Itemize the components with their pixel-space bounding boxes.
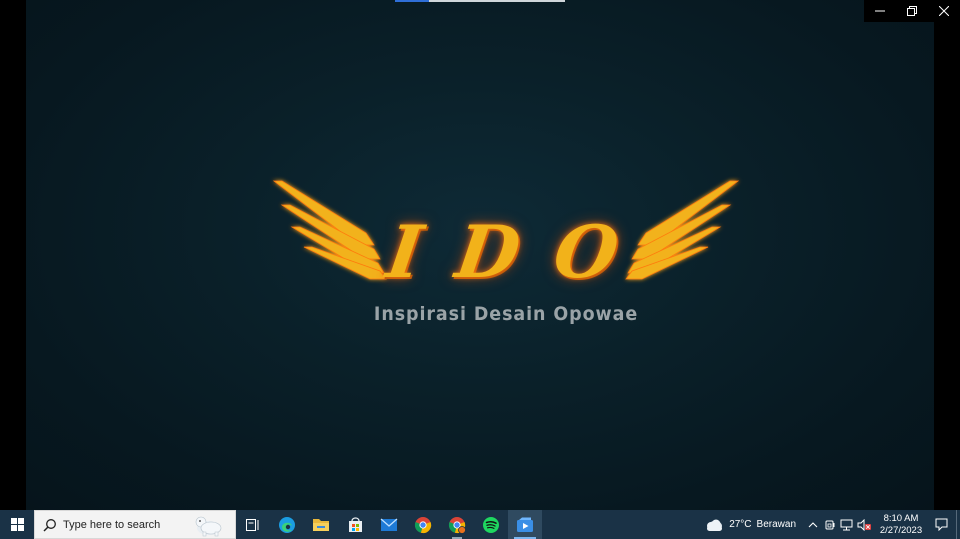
progress-bar[interactable] (395, 0, 565, 2)
windows-icon (10, 518, 24, 531)
media-player-icon (517, 517, 533, 532)
chrome-icon (414, 516, 432, 533)
clock-date: 2/27/2023 (879, 524, 923, 536)
notification-center-button[interactable] (926, 510, 956, 539)
weather-condition: Berawan (756, 519, 796, 530)
ido-logo: I D O Inspirasi Desain Opowae (266, 175, 746, 340)
tray-meet-now[interactable] (821, 510, 838, 539)
minimize-icon (875, 10, 885, 12)
spotify-icon (483, 516, 499, 533)
media-viewer: I D O Inspirasi Desain Opowae (0, 0, 960, 510)
chevron-up-icon (808, 521, 817, 527)
show-hidden-icons-button[interactable] (804, 510, 821, 539)
taskbar-clock[interactable]: 8:10 AM 2/27/2023 (876, 513, 926, 537)
notification-icon (935, 518, 947, 531)
taskbar: 27°C Berawan (0, 510, 960, 539)
video-stage[interactable]: I D O Inspirasi Desain Opowae (26, 0, 934, 510)
meet-now-icon (825, 520, 834, 529)
restore-button[interactable] (896, 0, 928, 22)
search-highlight-illustration (195, 516, 222, 537)
weather-widget[interactable]: 27°C Berawan (704, 518, 796, 532)
minimize-button[interactable] (864, 0, 896, 22)
search-input[interactable] (63, 518, 183, 531)
search-icon (43, 518, 56, 532)
store-icon (348, 517, 362, 532)
taskbar-app-spotify[interactable] (474, 510, 508, 539)
taskbar-app-edge[interactable] (270, 510, 304, 539)
restore-icon (907, 6, 917, 16)
taskbar-app-chrome-profile[interactable] (440, 510, 474, 539)
volume-muted-icon (857, 518, 871, 531)
tray-volume[interactable] (855, 510, 872, 539)
taskbar-app-mail[interactable] (372, 510, 406, 539)
start-button[interactable] (0, 510, 34, 539)
taskbar-app-media-player[interactable] (508, 510, 542, 539)
edge-icon (279, 516, 295, 533)
task-view-button[interactable] (236, 510, 270, 539)
close-icon (939, 6, 949, 16)
tray-network[interactable] (838, 510, 855, 539)
logo-letters: I D O (382, 209, 630, 294)
system-tray: 27°C Berawan 8:10 AM 2/27/2023 (704, 510, 960, 539)
window-controls (864, 0, 960, 22)
network-icon (840, 519, 852, 530)
chrome-profile-icon (448, 516, 466, 534)
logo-letter-d: D (451, 208, 532, 294)
taskbar-search-box[interactable] (34, 510, 236, 539)
taskbar-app-file-explorer[interactable] (304, 510, 338, 539)
taskbar-app-chrome[interactable] (406, 510, 440, 539)
clock-time: 8:10 AM (883, 512, 919, 524)
show-desktop-button[interactable] (956, 510, 960, 539)
left-wing-graphic (272, 180, 387, 280)
cloudy-weather-icon (707, 519, 723, 531)
logo-letter-i: I (382, 208, 434, 294)
task-view-icon (246, 518, 259, 531)
taskbar-app-store[interactable] (338, 510, 372, 539)
progress-played (395, 0, 429, 2)
logo-tagline: Inspirasi Desain Opowae (373, 303, 639, 325)
close-button[interactable] (928, 0, 960, 22)
folder-icon (313, 519, 329, 531)
weather-temperature: 27°C (729, 519, 752, 530)
mail-icon (380, 518, 398, 531)
right-wing-graphic (625, 180, 740, 280)
